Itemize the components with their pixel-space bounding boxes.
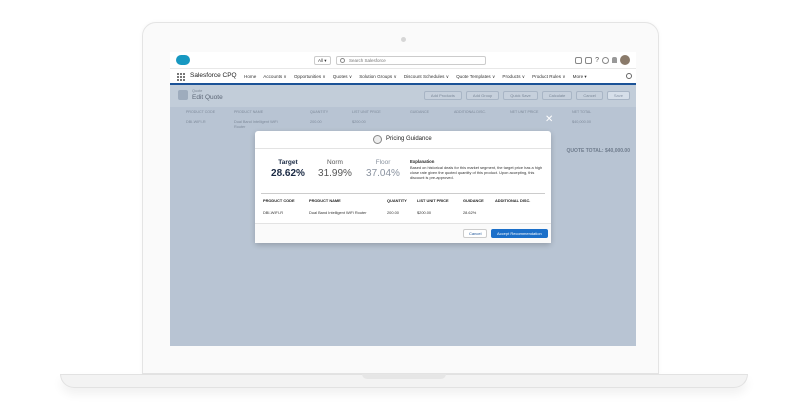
col-product-code: PRODUCT CODE [186,110,216,114]
row-product-name: Dual Band Intelligent WiFi Router [234,120,278,129]
laptop-notch [362,374,446,379]
td-quantity: 200.00 [387,210,399,215]
header-icons: ? [575,55,630,65]
col-net-total: NET TOTAL [572,110,592,114]
col-net-unit-price: NET UNIT PRICE [510,110,539,114]
explanation-block: Explanation Based on historical deals fo… [410,159,545,181]
th-product-code: PRODUCT CODE [263,198,295,203]
th-guidance: GUIDANCE [463,198,484,203]
td-product-code: DBI-WIFI-R [263,210,284,215]
global-search-input[interactable]: Search Salesforce [336,56,486,65]
page-actions: Add Products Add Group Quick Save Calcul… [423,91,630,100]
nav-tab-products[interactable]: Products ∨ [502,74,525,80]
explanation-text: Based on historical deals for this marke… [410,165,543,181]
search-placeholder: Search Salesforce [349,58,386,63]
help-icon[interactable]: ? [595,57,599,64]
nav-tab-solution-groups[interactable]: Solution Groups ∨ [359,74,397,80]
nav-tab-quotes[interactable]: Quotes ∨ [333,74,352,80]
col-additional-disc: ADDITIONAL DISC. [454,110,487,114]
th-list-unit-price: LIST UNIT PRICE [417,198,449,203]
metric-norm-label: Norm [327,159,343,166]
nav-tab-discount-schedules[interactable]: Discount Schedules ∨ [404,74,449,80]
row-quantity: 200.00 [310,120,322,124]
quote-total: QUOTE TOTAL: $40,000.00 [566,148,630,154]
quick-save-button[interactable]: Quick Save [503,91,538,100]
row-product-code: DBI-WIFI-R [186,120,206,124]
accept-recommendation-button[interactable]: Accept Recommendation [491,229,548,238]
metric-target-value: 28.62% [271,168,305,179]
calculate-button[interactable]: Calculate [541,91,573,100]
nav-tabs: Home Accounts ∨ Opportunities ∨ Quotes ∨… [244,74,587,80]
nav-tab-home[interactable]: Home [244,74,256,80]
pricing-guidance-icon [373,135,382,144]
metric-floor-label: Floor [375,159,391,166]
notifications-bell-icon[interactable] [612,57,617,63]
row-list-price: $200.00 [352,120,366,124]
row-net-total: $40,000.00 [572,120,592,124]
app-name: Salesforce CPQ [190,72,237,79]
td-product-name: Dual Band Intelligent WiFi Router [309,210,367,215]
save-button[interactable]: Save [606,91,630,100]
nav-tab-opportunities[interactable]: Opportunities ∨ [294,74,326,80]
metric-target: Target 28.62% [263,159,313,179]
line-editor-header: PRODUCT CODE PRODUCT NAME QUANTITY LIST … [170,110,636,117]
modal-title: Pricing Guidance [386,136,432,142]
page-subtitle: Quote [192,89,203,93]
td-list-unit-price: $200.00 [417,210,432,215]
col-guidance: GUIDANCE [410,110,429,114]
th-product-name: PRODUCT NAME [309,198,341,203]
salesforce-logo-icon[interactable] [176,55,190,65]
favorites-icon[interactable] [575,56,583,64]
metric-norm-value: 31.99% [318,168,352,179]
modal-cancel-button[interactable]: Cancel [463,229,488,238]
nav-tab-more[interactable]: More ▾ [573,74,587,80]
quote-page-header: Quote Edit Quote Add Products Add Group … [170,85,636,107]
metric-norm: Norm 31.99% [310,159,360,179]
modal-close-icon[interactable]: ✕ [545,115,553,125]
td-guidance: 28.62% [463,210,477,215]
setup-gear-icon[interactable] [602,56,609,64]
search-icon [340,58,345,63]
add-group-button[interactable]: Add Group [465,91,500,100]
col-list-unit-price: LIST UNIT PRICE [352,110,381,114]
nav-tab-accounts[interactable]: Accounts ∨ [263,74,287,80]
quote-record-icon [178,90,188,100]
modal-header: Pricing Guidance [255,131,551,149]
th-quantity: QUANTITY [387,198,407,203]
cancel-button[interactable]: Cancel [576,91,603,100]
th-additional-disc: ADDITIONAL DISC. [495,198,531,203]
modal-divider [261,193,545,194]
user-avatar[interactable] [620,55,630,65]
add-products-button[interactable]: Add Products [423,91,462,100]
search-scope-dropdown[interactable]: All ▾ [314,56,331,65]
laptop-screen: All ▾ Search Salesforce ? Salesforce CPQ… [170,52,636,346]
metric-floor: Floor 37.04% [358,159,408,179]
app-navbar: Salesforce CPQ Home Accounts ∨ Opportuni… [170,69,636,85]
nav-tab-quote-templates[interactable]: Quote Templates ∨ [456,74,495,80]
pricing-guidance-modal: Pricing Guidance Target 28.62% Norm 31.9… [255,131,551,243]
nav-tab-product-rules[interactable]: Product Rules ∨ [532,74,566,80]
modal-footer: Cancel Accept Recommendation [255,223,551,243]
col-quantity: QUANTITY [310,110,329,114]
explanation-label: Explanation [410,159,435,164]
metric-target-label: Target [278,159,298,166]
camera-dot [401,37,406,42]
col-product-name: PRODUCT NAME [234,110,264,114]
nav-edit-gear-icon[interactable] [626,73,632,79]
metric-floor-value: 37.04% [366,168,400,179]
page-title: Edit Quote [192,94,223,101]
app-launcher-icon[interactable] [177,73,185,81]
global-actions-icon[interactable] [585,56,593,64]
global-header: All ▾ Search Salesforce ? [170,52,636,69]
